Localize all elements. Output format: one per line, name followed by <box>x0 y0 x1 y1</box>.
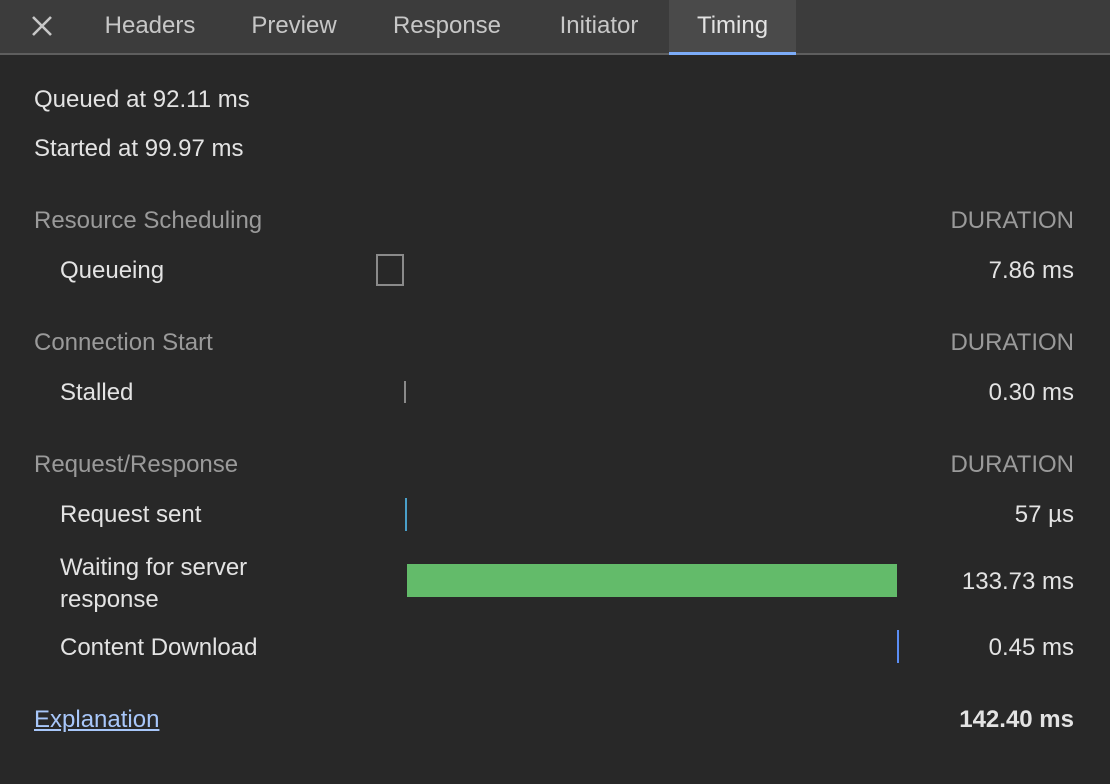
content-download-bar <box>897 630 899 663</box>
started-at: Started at 99.97 ms <box>34 135 244 162</box>
row-value-stalled: 0.30 ms <box>988 379 1074 406</box>
section-title: Connection Start <box>34 329 213 356</box>
close-icon[interactable] <box>28 12 56 40</box>
row-value-waiting: 133.73 ms <box>961 568 1074 595</box>
row-label-queueing: Queueing <box>60 257 165 284</box>
tab-timing[interactable]: Timing <box>669 0 796 55</box>
row-value-request-sent: 57 µs <box>1014 501 1074 528</box>
section-title: Resource Scheduling <box>34 207 263 234</box>
duration-header: DURATION <box>950 329 1074 356</box>
duration-header: DURATION <box>950 207 1074 234</box>
row-value-content-download: 0.45 ms <box>988 634 1074 661</box>
row-label-request-sent: Request sent <box>60 501 202 528</box>
request-sent-bar <box>405 498 407 531</box>
tab-preview[interactable]: Preview <box>226 0 362 53</box>
tab-bar: Headers Preview Response Initiator Timin… <box>0 0 1110 55</box>
tab-headers[interactable]: Headers <box>78 0 222 53</box>
explanation-link[interactable]: Explanation <box>34 706 159 734</box>
total-duration: 142.40 ms <box>959 706 1074 733</box>
duration-header: DURATION <box>950 451 1074 478</box>
tab-initiator[interactable]: Initiator <box>532 0 666 53</box>
queueing-bar <box>376 254 404 286</box>
waiting-bar <box>407 564 897 597</box>
row-value-queueing: 7.86 ms <box>988 257 1074 284</box>
queued-at: Queued at 92.11 ms <box>34 86 250 113</box>
row-label-stalled: Stalled <box>60 379 134 406</box>
section-title: Request/Response <box>34 451 239 478</box>
row-label-content-download: Content Download <box>60 634 258 661</box>
stalled-bar <box>404 381 406 403</box>
row-label-waiting: Waiting for server response <box>60 554 248 613</box>
tab-response[interactable]: Response <box>366 0 528 53</box>
